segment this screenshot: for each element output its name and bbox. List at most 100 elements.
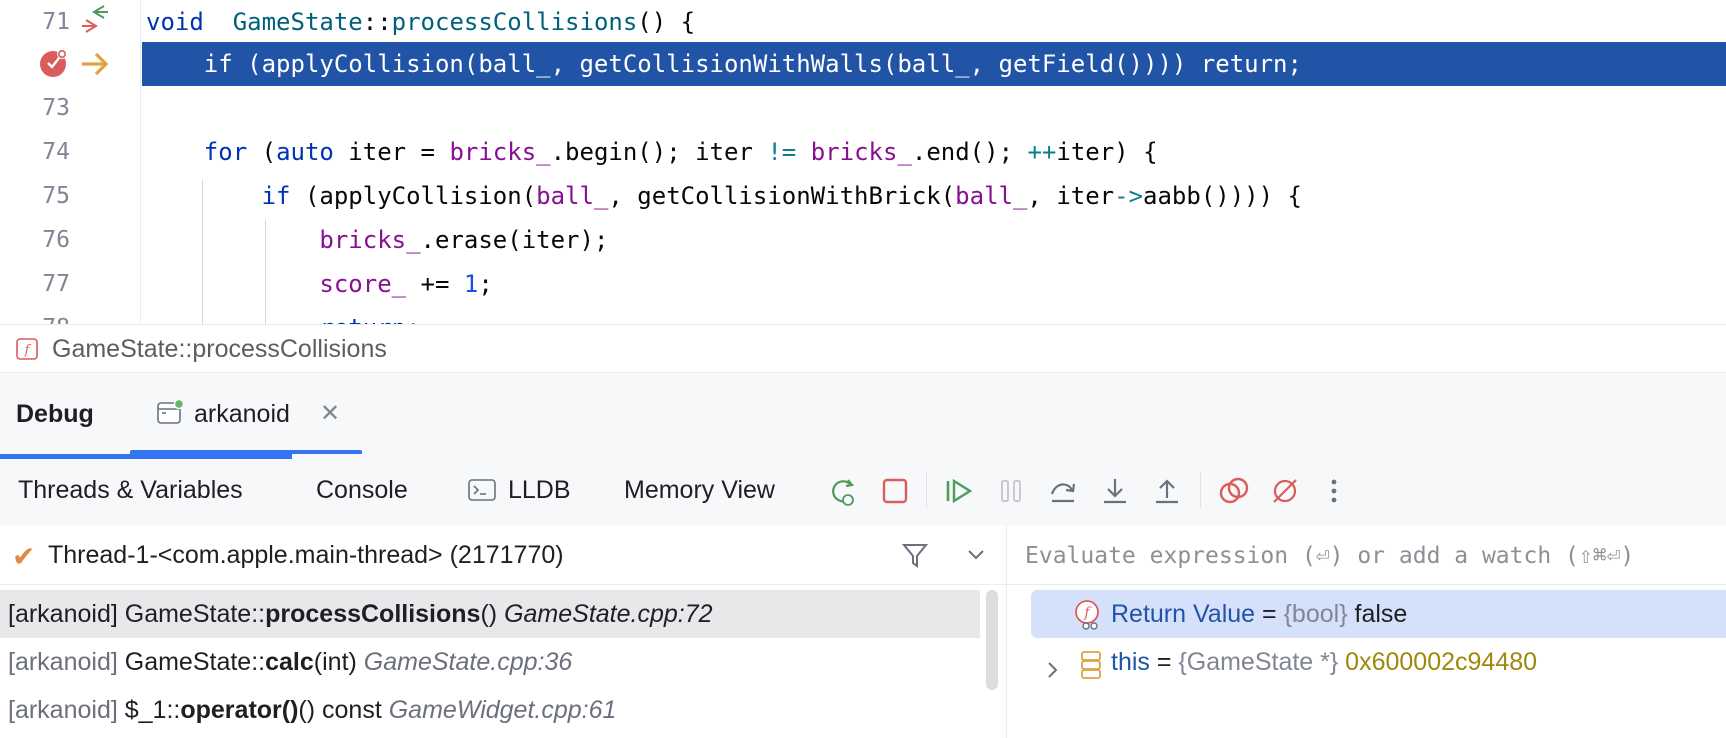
- more-options-icon[interactable]: [1324, 476, 1354, 506]
- tab-memory-view[interactable]: Memory View: [624, 454, 775, 526]
- code-line-77[interactable]: 77 score_ += 1;: [0, 262, 1726, 306]
- lldb-console-icon: [468, 476, 496, 509]
- frame-row[interactable]: [arkanoid] $_1::operator()() const GameW…: [0, 686, 980, 734]
- variable-equals: =: [1149, 648, 1179, 676]
- session-tab-arkanoid[interactable]: arkanoid ✕: [130, 373, 362, 455]
- frame-row[interactable]: [arkanoid] GameState::calc(int) GameStat…: [0, 638, 980, 686]
- object-field-icon: [1079, 648, 1105, 696]
- code-token: , getCollisionWithBrick(: [608, 182, 956, 210]
- pause-icon[interactable]: [996, 476, 1026, 506]
- frame-file: GameWidget.cpp:61: [388, 696, 617, 724]
- code-editor[interactable]: 71 void GameState::processCollisions() {…: [0, 0, 1726, 324]
- close-icon[interactable]: ✕: [320, 373, 340, 455]
- variable-name: Return Value: [1111, 600, 1256, 628]
- indent-guide: [265, 220, 266, 324]
- code-line-74[interactable]: 74 for (auto iter = bricks_.begin(); ite…: [0, 130, 1726, 174]
- frame-module: [arkanoid]: [8, 600, 125, 628]
- active-tab-indicator: [0, 454, 292, 459]
- code-token: , iter: [1027, 182, 1115, 210]
- code-line-73[interactable]: 73: [0, 86, 1726, 130]
- step-over-icon[interactable]: [1048, 476, 1078, 506]
- variable-row-this[interactable]: this = {GameState *} 0x600002c94480: [1031, 638, 1726, 686]
- code-line-72-current[interactable]: 72 if (applyCollision(ball_, getCollisio…: [0, 42, 1726, 86]
- code-line-78[interactable]: 78 return;: [0, 306, 1726, 324]
- frame-file: GameState.cpp:36: [363, 648, 573, 676]
- step-out-icon[interactable]: [1152, 476, 1182, 506]
- code-token: score_: [319, 270, 407, 298]
- frame-args: () const: [298, 696, 382, 724]
- code-token: ball_: [955, 182, 1028, 210]
- frame-method: operator(): [180, 696, 299, 724]
- code-token: ::: [362, 8, 392, 36]
- tab-console[interactable]: Console: [316, 454, 408, 526]
- code-text: bricks_.erase(iter);: [146, 218, 608, 262]
- variable-type: {bool}: [1283, 600, 1348, 628]
- code-line-71[interactable]: 71 void GameState::processCollisions() {: [0, 0, 1726, 44]
- run-config-icon: [156, 398, 185, 432]
- code-token: void: [146, 8, 204, 36]
- rerun-debug-icon[interactable]: [828, 476, 858, 506]
- code-token: return: [319, 314, 406, 324]
- step-back-icon[interactable]: [82, 0, 118, 44]
- code-text: return;: [146, 306, 420, 324]
- code-text: for (auto iter = bricks_.begin(); iter !…: [146, 130, 1158, 174]
- frame-module: [arkanoid]: [8, 696, 125, 724]
- evaluate-expression-bar: [1007, 526, 1726, 585]
- code-token: iter) {: [1056, 138, 1158, 166]
- frames-panel: ✔ Thread-1-<com.apple.main-thread> (2171…: [0, 526, 1006, 738]
- frame-class: GameState::: [124, 648, 266, 676]
- line-number: 77: [42, 271, 70, 297]
- tab-threads-variables[interactable]: Threads & Variables: [18, 454, 243, 526]
- stop-icon[interactable]: [880, 476, 910, 506]
- mute-breakpoints-icon[interactable]: [1270, 476, 1300, 506]
- code-token: if: [261, 182, 291, 210]
- indent-guide: [202, 180, 203, 324]
- evaluate-expression-input[interactable]: [1023, 536, 1726, 576]
- debug-tool-window-header: Debug arkanoid ✕: [0, 372, 1726, 456]
- frames-list: [arkanoid] GameState::processCollisions(…: [0, 590, 980, 734]
- code-token: bricks_: [319, 226, 421, 254]
- variables-panel: f Return Value = {bool} false this = {Ga…: [1007, 526, 1726, 738]
- code-token: iter =: [333, 138, 450, 166]
- code-text: if (applyCollision( ball_, getCollisionWi…: [146, 174, 1302, 218]
- code-token: bricks_: [449, 138, 551, 166]
- line-number: 73: [42, 95, 70, 121]
- code-token: +=: [406, 270, 464, 298]
- line-number: 76: [42, 227, 70, 253]
- tab-lldb[interactable]: LLDB: [508, 454, 571, 526]
- code-token: GameState: [232, 8, 363, 36]
- code-token: .end();: [911, 138, 1028, 166]
- code-token: ;: [406, 314, 420, 324]
- scrollbar-thumb[interactable]: [986, 590, 998, 690]
- code-token: (applyCollision(: [290, 182, 537, 210]
- step-into-icon[interactable]: [1100, 476, 1130, 506]
- breadcrumb-label[interactable]: GameState::processCollisions: [52, 325, 387, 373]
- code-line-75[interactable]: 75 if (applyCollision( ball_, getCollisio…: [0, 174, 1726, 218]
- thread-selector[interactable]: ✔ Thread-1-<com.apple.main-thread> (2171…: [0, 526, 1006, 585]
- code-text: void GameState::processCollisions() {: [146, 0, 695, 44]
- line-number: 75: [42, 183, 70, 209]
- variable-row-return-value[interactable]: f Return Value = {bool} false: [1031, 590, 1726, 638]
- code-text: score_ += 1;: [146, 262, 492, 306]
- line-number: 78: [0, 306, 70, 324]
- variable-equals: =: [1255, 600, 1284, 628]
- chevron-right-icon[interactable]: [1043, 650, 1063, 698]
- frame-module: [arkanoid]: [8, 648, 125, 676]
- view-breakpoints-icon[interactable]: [1218, 476, 1249, 506]
- code-line-76[interactable]: 76 bricks_.erase(iter);: [0, 218, 1726, 262]
- resume-icon[interactable]: [944, 476, 974, 506]
- variable-value: false: [1347, 600, 1408, 628]
- frame-method: processCollisions: [265, 600, 481, 628]
- function-icon: f: [16, 338, 38, 360]
- frame-row[interactable]: [arkanoid] GameState::processCollisions(…: [0, 590, 980, 638]
- filter-icon[interactable]: [900, 540, 930, 575]
- chevron-down-icon[interactable]: [964, 542, 988, 571]
- breadcrumb[interactable]: f GameState::processCollisions: [0, 324, 1726, 373]
- variable-value: 0x600002c94480: [1338, 648, 1538, 676]
- checkmark-icon: ✔: [12, 541, 36, 572]
- code-token: if (applyCollision(ball_, getCollisionWi…: [146, 50, 1302, 78]
